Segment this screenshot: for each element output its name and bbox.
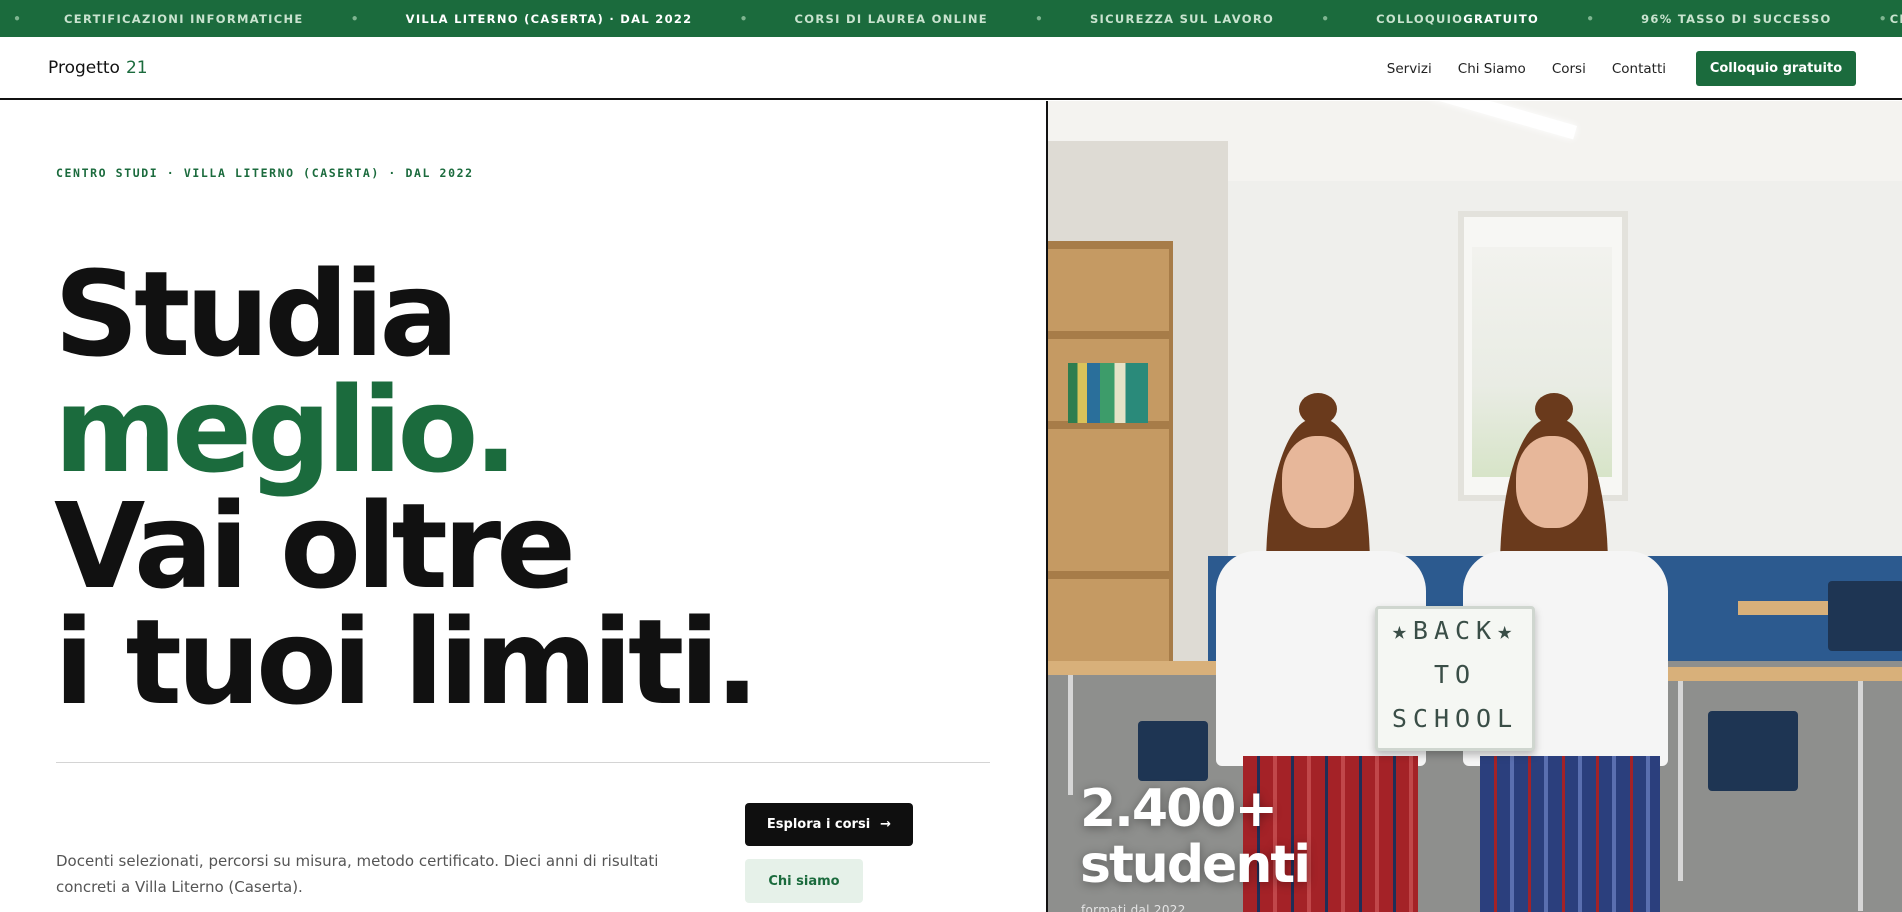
nav-link-servizi[interactable]: Servizi (1387, 61, 1432, 77)
shelf-board (1048, 241, 1173, 249)
sign-line: SCHOOL (1391, 704, 1519, 733)
ticker-item: SICUREZZA SUL LAVORO (1089, 11, 1275, 26)
sign-line: ★BACK★ (1391, 616, 1519, 645)
headline-line-2: meglio. (54, 361, 518, 499)
hero-section: CENTRO STUDI · VILLA LITERNO (CASERTA) ·… (0, 101, 1046, 912)
nav-link-chi-siamo[interactable]: Chi Siamo (1458, 61, 1526, 77)
ticker-track: ● CERTIFICAZIONI INFORMATICHE ● VILLA LI… (14, 0, 1902, 37)
free-consultation-button[interactable]: Colloquio gratuito (1696, 51, 1856, 86)
about-us-button[interactable]: Chi siamo (745, 859, 863, 903)
chair (1708, 711, 1798, 791)
ticker-item: 96% TASSO DI SUCCESSO (1641, 11, 1832, 26)
explore-courses-button[interactable]: Esplora i corsi → (745, 803, 913, 846)
announcement-ticker: ● CERTIFICAZIONI INFORMATICHE ● VILLA LI… (0, 0, 1902, 37)
books (1068, 363, 1148, 423)
ticker-item: COLLOQUIO GRATUITO (1376, 11, 1540, 26)
logo-number: 21 (125, 58, 148, 78)
desk-leg (1858, 681, 1863, 911)
headline-line-3: Vai oltre (54, 477, 576, 615)
headline-line-1: Studia (54, 245, 459, 383)
ticker-separator-dot: ● (740, 13, 747, 24)
ticker-separator-dot: ● (1322, 13, 1329, 24)
ticker-separator-dot: ● (351, 13, 358, 24)
desk (1648, 667, 1902, 681)
nav-links: Servizi Chi Siamo Corsi Contatti (1387, 61, 1666, 77)
hero-eyebrow: CENTRO STUDI · VILLA LITERNO (CASERTA) ·… (56, 166, 474, 180)
shelf-board (1048, 571, 1173, 579)
headline-line-4: i tuoi limiti. (54, 593, 760, 731)
main-navigation: Progetto 21 Servizi Chi Siamo Corsi Conta… (0, 37, 1902, 100)
shelf-board (1048, 331, 1173, 339)
face (1516, 436, 1588, 528)
hero-headline: Studia meglio. Vai oltre i tuoi limiti. (54, 245, 760, 731)
ticker-item: VILLA LITERNO (CASERTA) · DAL 2022 (405, 11, 693, 26)
ticker-separator-dot: ● (14, 13, 21, 24)
ticker-separator-dot: ● (1587, 13, 1594, 24)
face (1282, 436, 1354, 528)
ticker-highlight: GRATUITO (1463, 11, 1540, 26)
logo-text: Progetto (48, 58, 120, 78)
arrow-right-icon: → (880, 817, 892, 832)
back-to-school-sign: ★BACK★ TO SCHOOL (1375, 606, 1535, 751)
ticker-separator-dot: ● (1879, 13, 1886, 24)
tartan-skirt (1480, 756, 1660, 912)
chair (1828, 581, 1902, 651)
site-logo[interactable]: Progetto 21 (48, 58, 148, 78)
ticker-item: CORSI DI LAUREA ONLINE (794, 11, 988, 26)
desk-leg (1678, 681, 1683, 881)
hero-description: Docenti selezionati, percorsi su misura,… (56, 852, 659, 896)
hero-divider (56, 762, 990, 763)
desk-leg (1068, 675, 1073, 795)
nav-link-corsi[interactable]: Corsi (1552, 61, 1586, 77)
chair (1138, 721, 1208, 781)
ticker-item: CERTIFICAZIONI LINGUISTICHE (1889, 11, 1902, 26)
hero-image: ★BACK★ TO SCHOOL 2.400+ studenti formati… (1046, 101, 1902, 912)
stat-number: 2.400+ (1080, 779, 1278, 839)
student-stat: 2.400+ studenti (1080, 779, 1311, 895)
ticker-item: CERTIFICAZIONI INFORMATICHE (64, 11, 304, 26)
explore-courses-label: Esplora i corsi (766, 817, 871, 832)
ticker-separator-dot: ● (1035, 13, 1042, 24)
stat-caption: formati dal 2022 (1081, 903, 1186, 912)
desk (1048, 661, 1238, 675)
nav-link-contatti[interactable]: Contatti (1612, 61, 1666, 77)
stat-label: studenti (1080, 835, 1311, 895)
sign-line: TO (1433, 660, 1477, 689)
